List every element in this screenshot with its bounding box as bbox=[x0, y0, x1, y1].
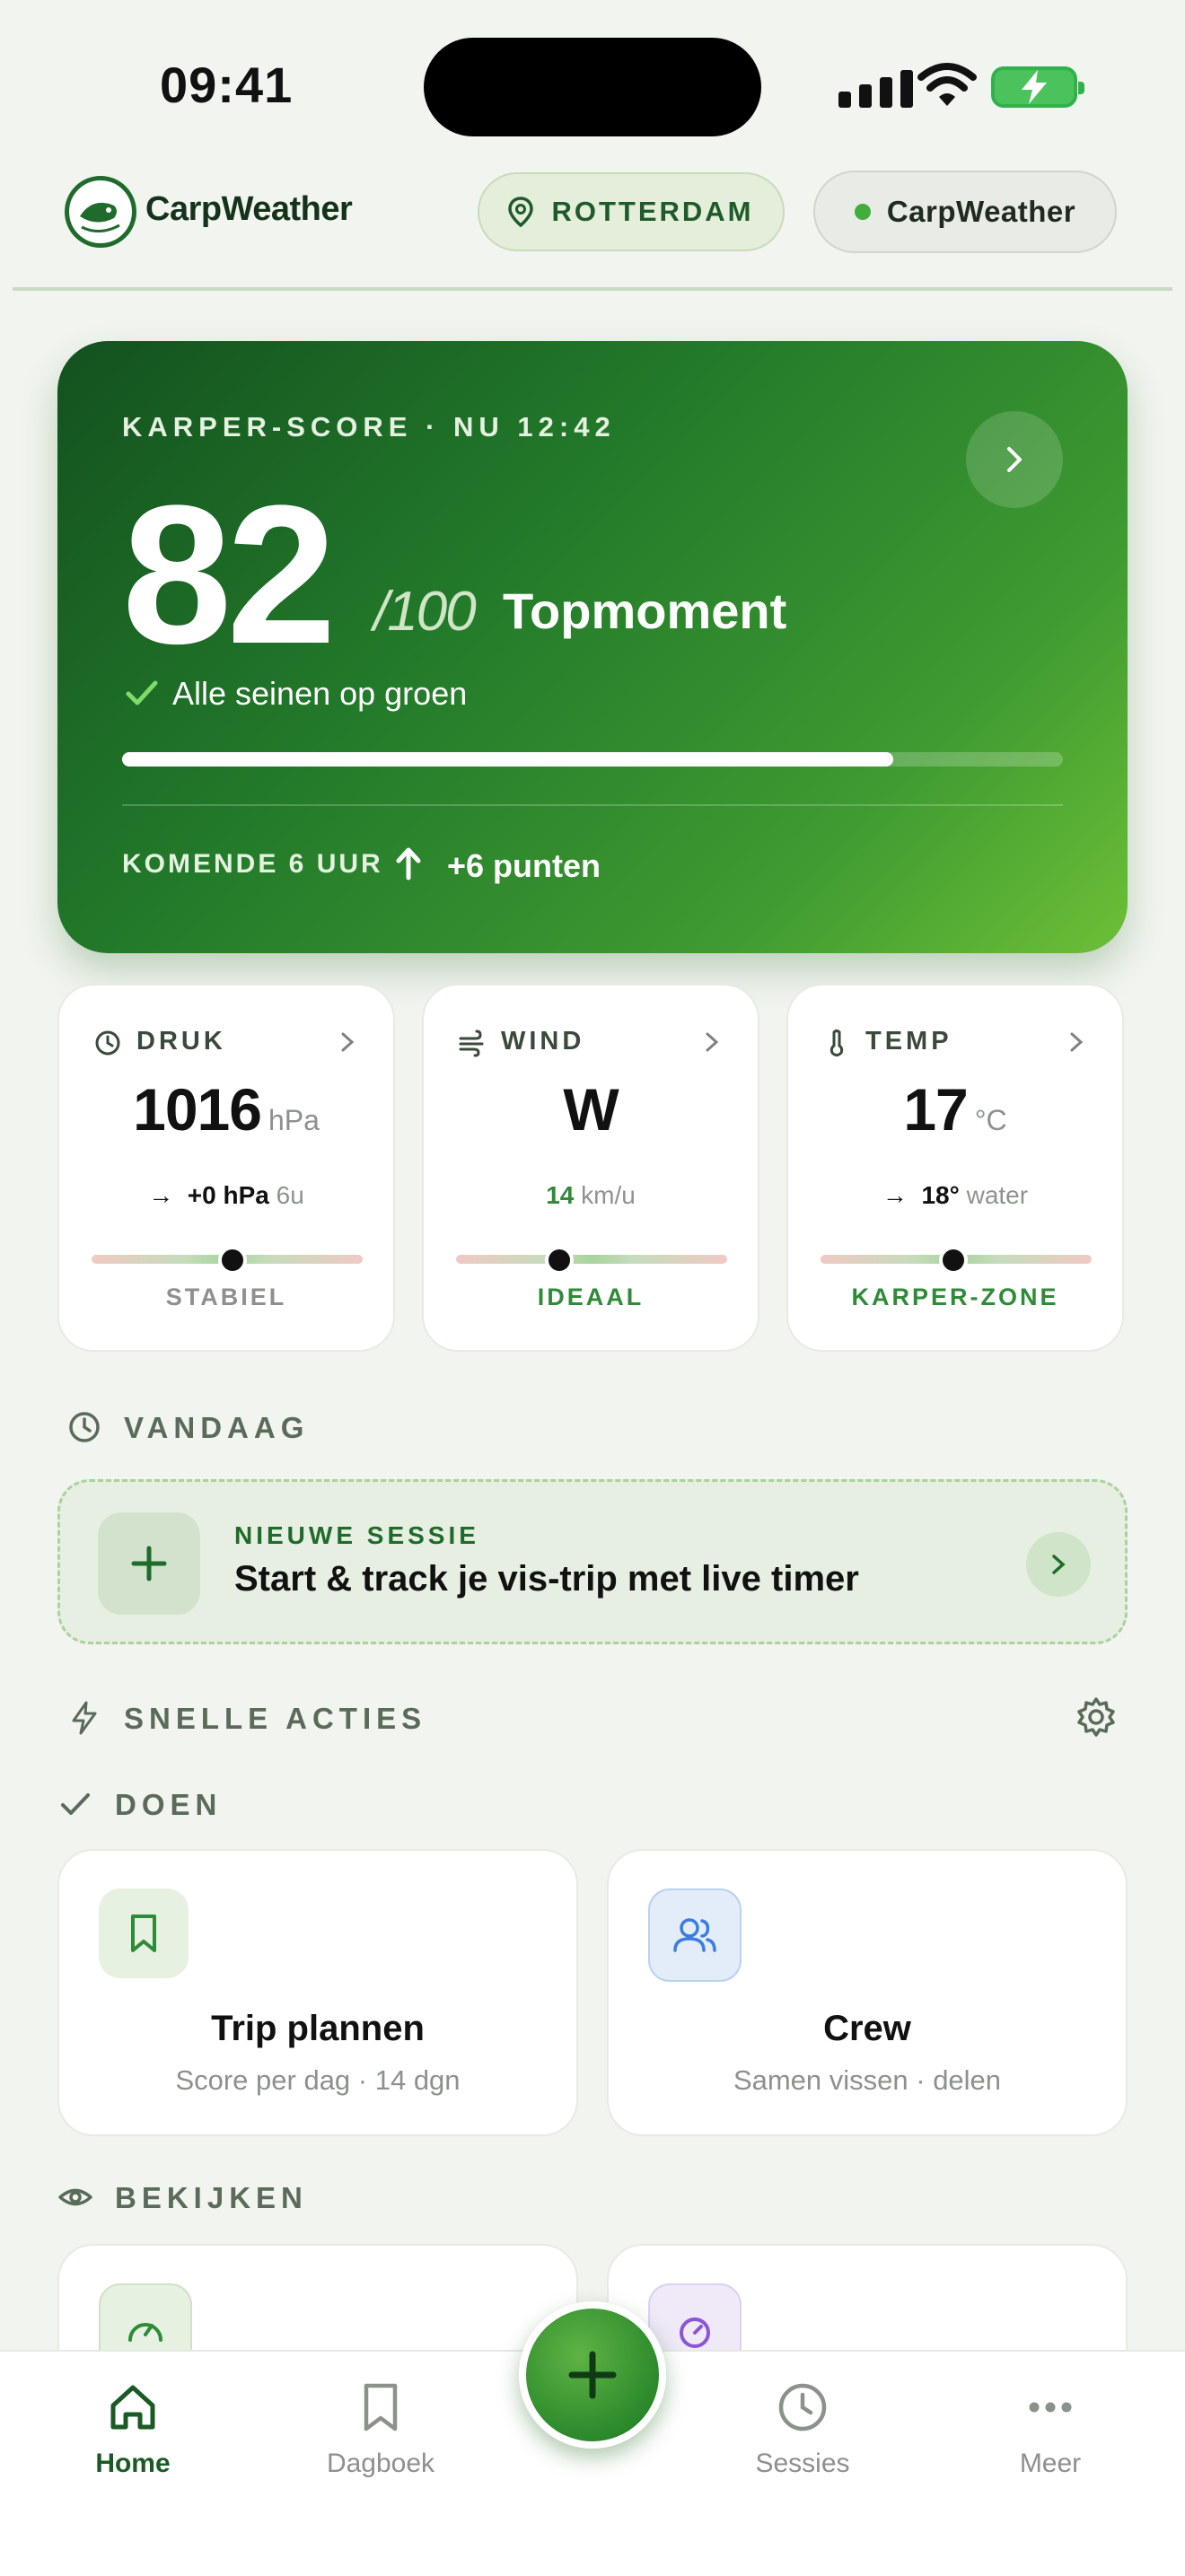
check-icon bbox=[126, 680, 158, 705]
action-card-subtitle: Score per dag · 14 dgn bbox=[175, 2064, 461, 2096]
lightning-icon bbox=[72, 1701, 97, 1735]
tab-label: Dagboek bbox=[326, 2449, 435, 2478]
metric-value: 1016 hPa bbox=[133, 1076, 320, 1143]
score-kicker: KARPER-SCORE · NU 12:42 bbox=[122, 411, 616, 442]
chevron-right-icon bbox=[1070, 1032, 1084, 1052]
tab-sessions[interactable]: Sessies bbox=[713, 2352, 892, 2479]
action-card-title: Crew bbox=[823, 2009, 911, 2048]
section-title-do: DOEN bbox=[115, 1788, 223, 1821]
action-card-crew[interactable]: Crew Samen vissen · delen bbox=[607, 1849, 1128, 2136]
more-icon bbox=[1029, 2402, 1072, 2413]
score-progress-fill bbox=[122, 752, 894, 767]
new-session-text: Start & track je vis-trip met live timer bbox=[234, 1559, 859, 1599]
bookmark-icon bbox=[364, 2383, 398, 2431]
metric-scale bbox=[456, 1255, 727, 1264]
app-status-pill[interactable]: CarpWeather bbox=[813, 171, 1117, 253]
section-title-today: VANDAAG bbox=[124, 1411, 310, 1444]
tab-label: Meer bbox=[1019, 2449, 1082, 2478]
chevron-right-icon bbox=[706, 1032, 719, 1052]
location-selector[interactable]: ROTTERDAM bbox=[478, 172, 785, 251]
arrow-up-icon bbox=[396, 847, 421, 881]
metric-trend: → 18° water bbox=[882, 1181, 1029, 1209]
metric-marker bbox=[544, 1246, 574, 1275]
home-icon bbox=[110, 2385, 155, 2430]
score-details-button[interactable] bbox=[966, 411, 1063, 508]
score-value: 82 bbox=[122, 464, 337, 685]
plus-icon bbox=[98, 1512, 200, 1615]
status-time: 09:41 bbox=[160, 57, 294, 113]
chevron-right-icon bbox=[1052, 1555, 1066, 1574]
thermometer-icon bbox=[830, 1030, 844, 1056]
metric-marker bbox=[218, 1246, 248, 1275]
tab-label: Home bbox=[95, 2449, 171, 2478]
section-title-view: BEKIJKEN bbox=[115, 2181, 308, 2214]
tab-home[interactable]: Home bbox=[43, 2352, 223, 2479]
location-pin-icon bbox=[508, 197, 534, 227]
metric-value: 17 °C bbox=[903, 1076, 1007, 1143]
plus-icon bbox=[568, 2351, 617, 2399]
clock-icon bbox=[778, 2383, 827, 2431]
forecast-label: KOMENDE 6 UUR bbox=[122, 849, 383, 879]
score-progress-track bbox=[122, 752, 1063, 767]
metric-label: TEMP bbox=[865, 1027, 952, 1056]
metric-status: IDEAAL bbox=[537, 1284, 645, 1310]
signal-icon bbox=[838, 65, 913, 108]
carp-score-card[interactable]: KARPER-SCORE · NU 12:42 82 /100 Topmomen… bbox=[57, 341, 1128, 953]
metric-value: W bbox=[563, 1076, 619, 1143]
metric-card-pressure[interactable]: DRUK 1016 hPa → +0 hPa 6u STABIEL bbox=[57, 984, 395, 1352]
metric-marker bbox=[938, 1246, 968, 1275]
gear-icon[interactable] bbox=[1074, 1695, 1119, 1739]
checkmark-icon bbox=[61, 1793, 90, 1815]
tab-more[interactable]: Meer bbox=[961, 2352, 1140, 2479]
header-divider bbox=[13, 287, 1172, 291]
action-card-subtitle: Samen vissen · delen bbox=[733, 2064, 1002, 2096]
score-max: /100 bbox=[373, 581, 477, 643]
location-label: ROTTERDAM bbox=[551, 196, 754, 227]
wind-icon bbox=[459, 1030, 484, 1057]
action-card-title: Trip plannen bbox=[211, 2009, 425, 2048]
metric-label: WIND bbox=[501, 1027, 585, 1056]
app-logo bbox=[65, 176, 136, 248]
new-session-card[interactable]: NIEUWE SESSIE Start & track je vis-trip … bbox=[57, 1479, 1128, 1644]
score-verdict: Topmoment bbox=[503, 583, 787, 639]
chevron-right-icon bbox=[1007, 447, 1022, 472]
metric-status: KARPER-ZONE bbox=[851, 1284, 1059, 1310]
wifi-icon bbox=[917, 63, 977, 106]
clock-icon bbox=[95, 1030, 120, 1056]
section-title-quick-actions: SNELLE ACTIES bbox=[124, 1702, 427, 1735]
tab-label: Sessies bbox=[755, 2449, 850, 2478]
action-card-trip-planning[interactable]: Trip plannen Score per dag · 14 dgn bbox=[57, 1849, 578, 2136]
app-pill-label: CarpWeather bbox=[886, 195, 1076, 228]
add-session-fab[interactable] bbox=[519, 2301, 666, 2449]
metric-trend: 14 km/u bbox=[546, 1181, 636, 1209]
charging-bolt-icon bbox=[1022, 70, 1047, 104]
new-session-kicker: NIEUWE SESSIE bbox=[234, 1521, 479, 1549]
score-status: Alle seinen op groen bbox=[172, 675, 468, 712]
metric-card-temperature[interactable]: TEMP 17 °C → 18° water KARPER-ZONE bbox=[786, 984, 1124, 1352]
score-divider bbox=[122, 804, 1063, 806]
metric-trend: → +0 hPa 6u bbox=[148, 1181, 304, 1209]
new-session-arrow-button[interactable] bbox=[1026, 1532, 1091, 1597]
dynamic-island bbox=[424, 38, 761, 136]
tab-diary[interactable]: Dagboek bbox=[291, 2352, 470, 2479]
metric-status: STABIEL bbox=[165, 1284, 287, 1310]
status-dot bbox=[854, 204, 871, 220]
clock-icon bbox=[69, 1412, 100, 1442]
forecast-value: +6 punten bbox=[447, 847, 601, 884]
eye-icon bbox=[58, 2188, 92, 2206]
brand-name: CarpWeather bbox=[145, 190, 353, 228]
metric-card-wind[interactable]: WIND W 14 km/u IDEAAL bbox=[422, 984, 759, 1352]
chevron-right-icon bbox=[341, 1032, 355, 1052]
users-icon bbox=[648, 1888, 742, 1982]
metric-label: DRUK bbox=[136, 1027, 226, 1056]
bookmark-icon bbox=[99, 1888, 189, 1978]
